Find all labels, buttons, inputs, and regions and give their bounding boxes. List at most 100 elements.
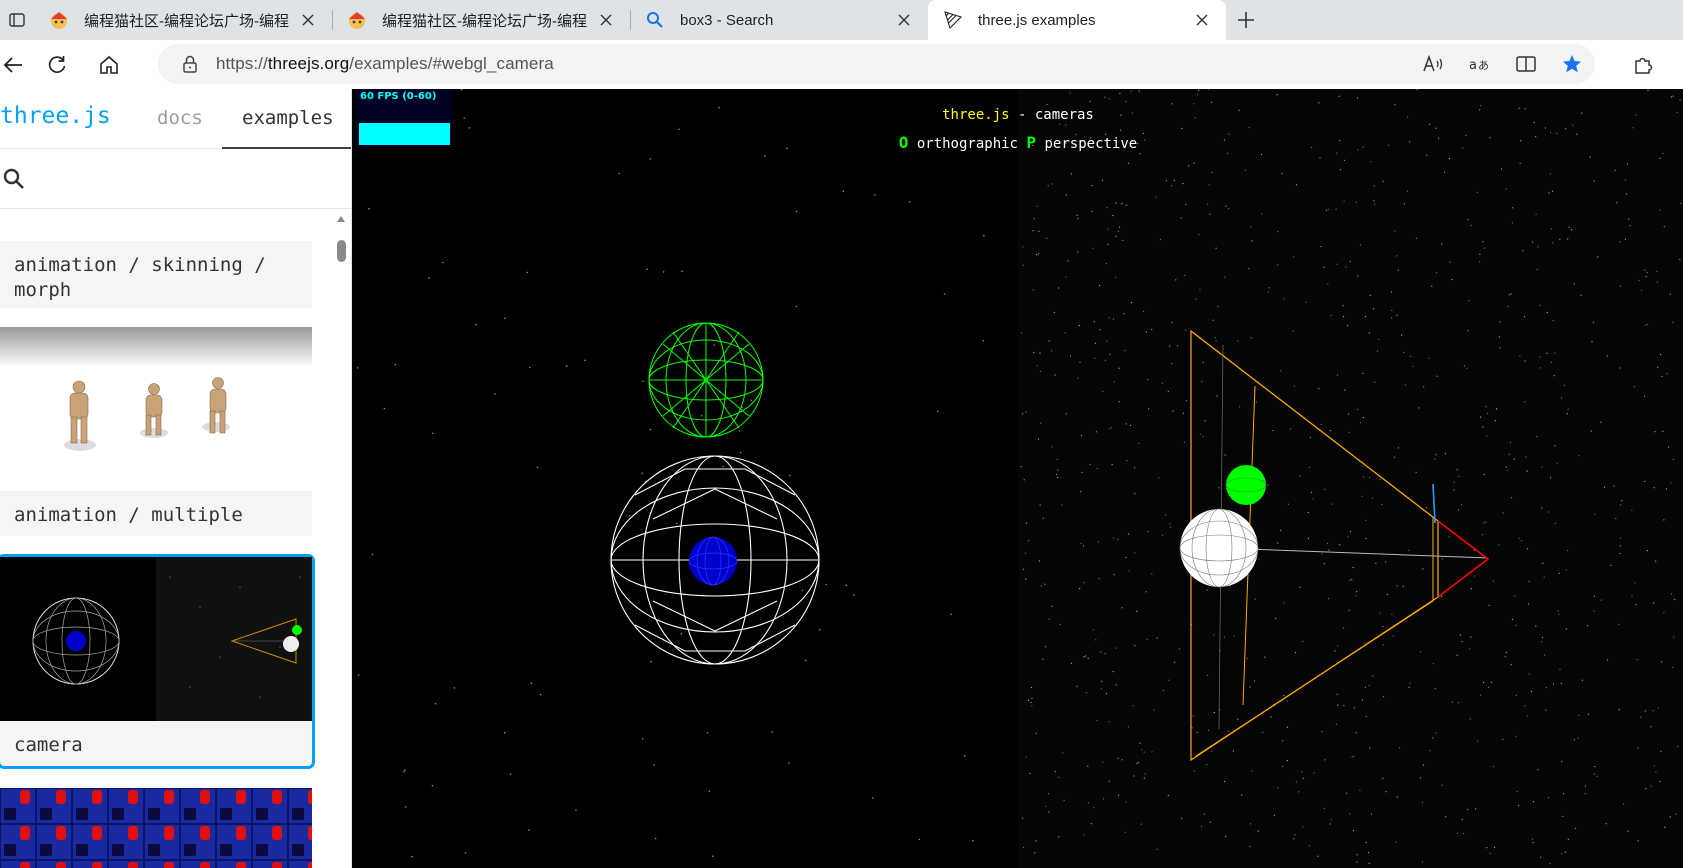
star bbox=[1095, 431, 1097, 433]
threejs-brand-link[interactable]: three.js bbox=[0, 103, 111, 129]
tab-threejs-examples[interactable]: three.js examples bbox=[928, 0, 1226, 40]
star bbox=[1065, 276, 1067, 278]
star bbox=[1532, 801, 1535, 803]
sidebar-search[interactable] bbox=[0, 149, 351, 209]
star bbox=[1382, 777, 1384, 780]
close-icon[interactable] bbox=[596, 10, 616, 30]
star bbox=[1096, 720, 1098, 722]
star bbox=[1444, 171, 1446, 173]
star bbox=[1545, 686, 1547, 689]
new-tab-button[interactable] bbox=[1226, 0, 1266, 40]
star bbox=[1504, 656, 1506, 658]
star bbox=[1125, 556, 1127, 559]
star bbox=[1104, 359, 1106, 361]
example-card-next[interactable] bbox=[0, 788, 312, 868]
star bbox=[1412, 365, 1414, 367]
star bbox=[1619, 537, 1622, 539]
threejs-icon bbox=[942, 9, 964, 31]
tab-actions-button[interactable] bbox=[0, 0, 34, 40]
star bbox=[565, 365, 568, 367]
close-icon[interactable] bbox=[1192, 10, 1212, 30]
star bbox=[1402, 585, 1404, 587]
star bbox=[1562, 793, 1565, 795]
close-icon[interactable] bbox=[894, 10, 914, 30]
star bbox=[1104, 96, 1106, 98]
read-aloud-icon[interactable] bbox=[1411, 44, 1457, 84]
star bbox=[1650, 785, 1652, 787]
star bbox=[1544, 654, 1546, 656]
star bbox=[654, 837, 657, 840]
star bbox=[1023, 479, 1025, 481]
url-text[interactable]: https://threejs.org/examples/#webgl_came… bbox=[216, 54, 554, 74]
star bbox=[1361, 495, 1363, 497]
star bbox=[1360, 422, 1362, 424]
star bbox=[1025, 552, 1027, 554]
example-card-camera[interactable]: camera bbox=[0, 554, 315, 769]
examples-list[interactable]: animation / skinning / morph animation /… bbox=[0, 210, 351, 868]
star bbox=[1536, 268, 1538, 271]
star bbox=[1267, 484, 1269, 486]
translate-icon[interactable]: aあ bbox=[1457, 44, 1503, 84]
star bbox=[1364, 642, 1366, 644]
home-button[interactable] bbox=[88, 44, 130, 86]
star bbox=[708, 790, 711, 792]
star bbox=[1531, 838, 1534, 840]
star bbox=[1356, 854, 1358, 856]
star bbox=[1470, 636, 1472, 638]
star bbox=[1280, 529, 1282, 531]
star bbox=[1508, 453, 1510, 455]
star bbox=[1526, 470, 1528, 472]
star bbox=[1178, 648, 1180, 650]
star bbox=[1420, 777, 1422, 779]
address-bar[interactable]: https://threejs.org/examples/#webgl_came… bbox=[158, 44, 1595, 84]
search-icon[interactable] bbox=[2, 167, 26, 191]
star bbox=[871, 797, 874, 799]
nav-docs-link[interactable]: docs bbox=[157, 107, 203, 129]
threejs-link[interactable]: three.js bbox=[942, 107, 1009, 123]
star bbox=[1549, 477, 1552, 479]
split-screen-icon[interactable] bbox=[1503, 44, 1549, 84]
nav-examples-link[interactable]: examples bbox=[242, 107, 334, 129]
scroll-up-arrow-icon[interactable] bbox=[336, 214, 346, 224]
star bbox=[818, 628, 821, 631]
star bbox=[431, 432, 434, 435]
star bbox=[1615, 517, 1617, 520]
example-card-skinning-morph[interactable]: animation / skinning / morph bbox=[0, 241, 312, 308]
star bbox=[1362, 417, 1364, 419]
lock-icon[interactable] bbox=[180, 55, 200, 73]
webgl-canvas[interactable]: 60 FPS (0-60) three.js - cameras O ortho… bbox=[353, 89, 1683, 868]
tab-codemao-2[interactable]: 编程猫社区-编程论坛广场-编程学 bbox=[332, 0, 630, 40]
star bbox=[1143, 777, 1145, 779]
star bbox=[804, 659, 807, 662]
scrollbar-thumb[interactable] bbox=[337, 240, 346, 262]
tab-box3-search[interactable]: box3 - Search bbox=[630, 0, 928, 40]
star bbox=[1175, 279, 1177, 281]
star bbox=[1158, 477, 1160, 479]
tab-codemao-1[interactable]: 编程猫社区-编程论坛广场-编程学 bbox=[34, 0, 332, 40]
star bbox=[1396, 255, 1398, 257]
star bbox=[1506, 469, 1508, 471]
star bbox=[1153, 709, 1155, 711]
star bbox=[1147, 531, 1149, 533]
star bbox=[653, 764, 655, 766]
star bbox=[1461, 641, 1463, 643]
example-card-animation-multiple[interactable]: animation / multiple bbox=[0, 327, 312, 536]
star bbox=[1213, 712, 1215, 714]
star bbox=[1039, 504, 1041, 506]
star bbox=[1638, 279, 1640, 281]
star bbox=[1250, 337, 1252, 339]
star bbox=[1283, 298, 1285, 300]
star bbox=[1108, 721, 1110, 723]
back-button[interactable] bbox=[0, 44, 26, 86]
star bbox=[1621, 500, 1623, 502]
refresh-button[interactable] bbox=[36, 44, 78, 86]
extensions-button[interactable] bbox=[1603, 40, 1683, 89]
star bbox=[1143, 751, 1145, 753]
star bbox=[1409, 682, 1411, 684]
star bbox=[678, 128, 680, 131]
star bbox=[1513, 458, 1515, 460]
star bbox=[1087, 802, 1090, 804]
favorite-star-icon[interactable] bbox=[1549, 44, 1595, 84]
close-icon[interactable] bbox=[298, 10, 318, 30]
star bbox=[1020, 466, 1022, 468]
